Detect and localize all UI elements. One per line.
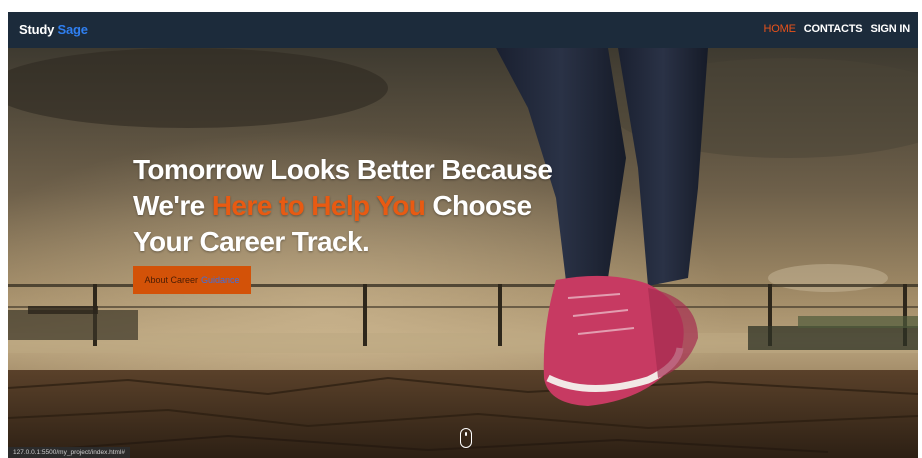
- hero-headline: Tomorrow Looks Better Because We're Here…: [133, 152, 553, 260]
- brand-logo[interactable]: Study Sage: [19, 22, 88, 37]
- hero-section: Tomorrow Looks Better Because We're Here…: [8, 48, 918, 458]
- browser-status-bar: 127.0.0.1:5500/my_project/index.html#: [8, 447, 131, 458]
- nav-sign-in-link[interactable]: SIGN IN: [870, 23, 910, 35]
- nav-home-link[interactable]: HOME: [764, 23, 796, 35]
- nav-contacts-link[interactable]: CONTACTS: [804, 23, 863, 35]
- nav-links: HOME CONTACTS SIGN IN: [764, 23, 911, 35]
- button-label-b: Guidance: [201, 275, 240, 285]
- about-career-guidance-button[interactable]: About Career Guidance: [133, 266, 251, 294]
- button-label-a: About Career: [144, 275, 198, 285]
- headline-highlight: Here to Help You: [211, 190, 426, 221]
- browser-viewport: Study Sage HOME CONTACTS SIGN IN Tomorro…: [8, 12, 918, 458]
- navbar: Study Sage HOME CONTACTS SIGN IN: [8, 12, 918, 48]
- scroll-mouse-icon[interactable]: [460, 428, 472, 448]
- brand-second-word: Sage: [57, 22, 88, 37]
- brand-first-word: Study: [19, 22, 55, 37]
